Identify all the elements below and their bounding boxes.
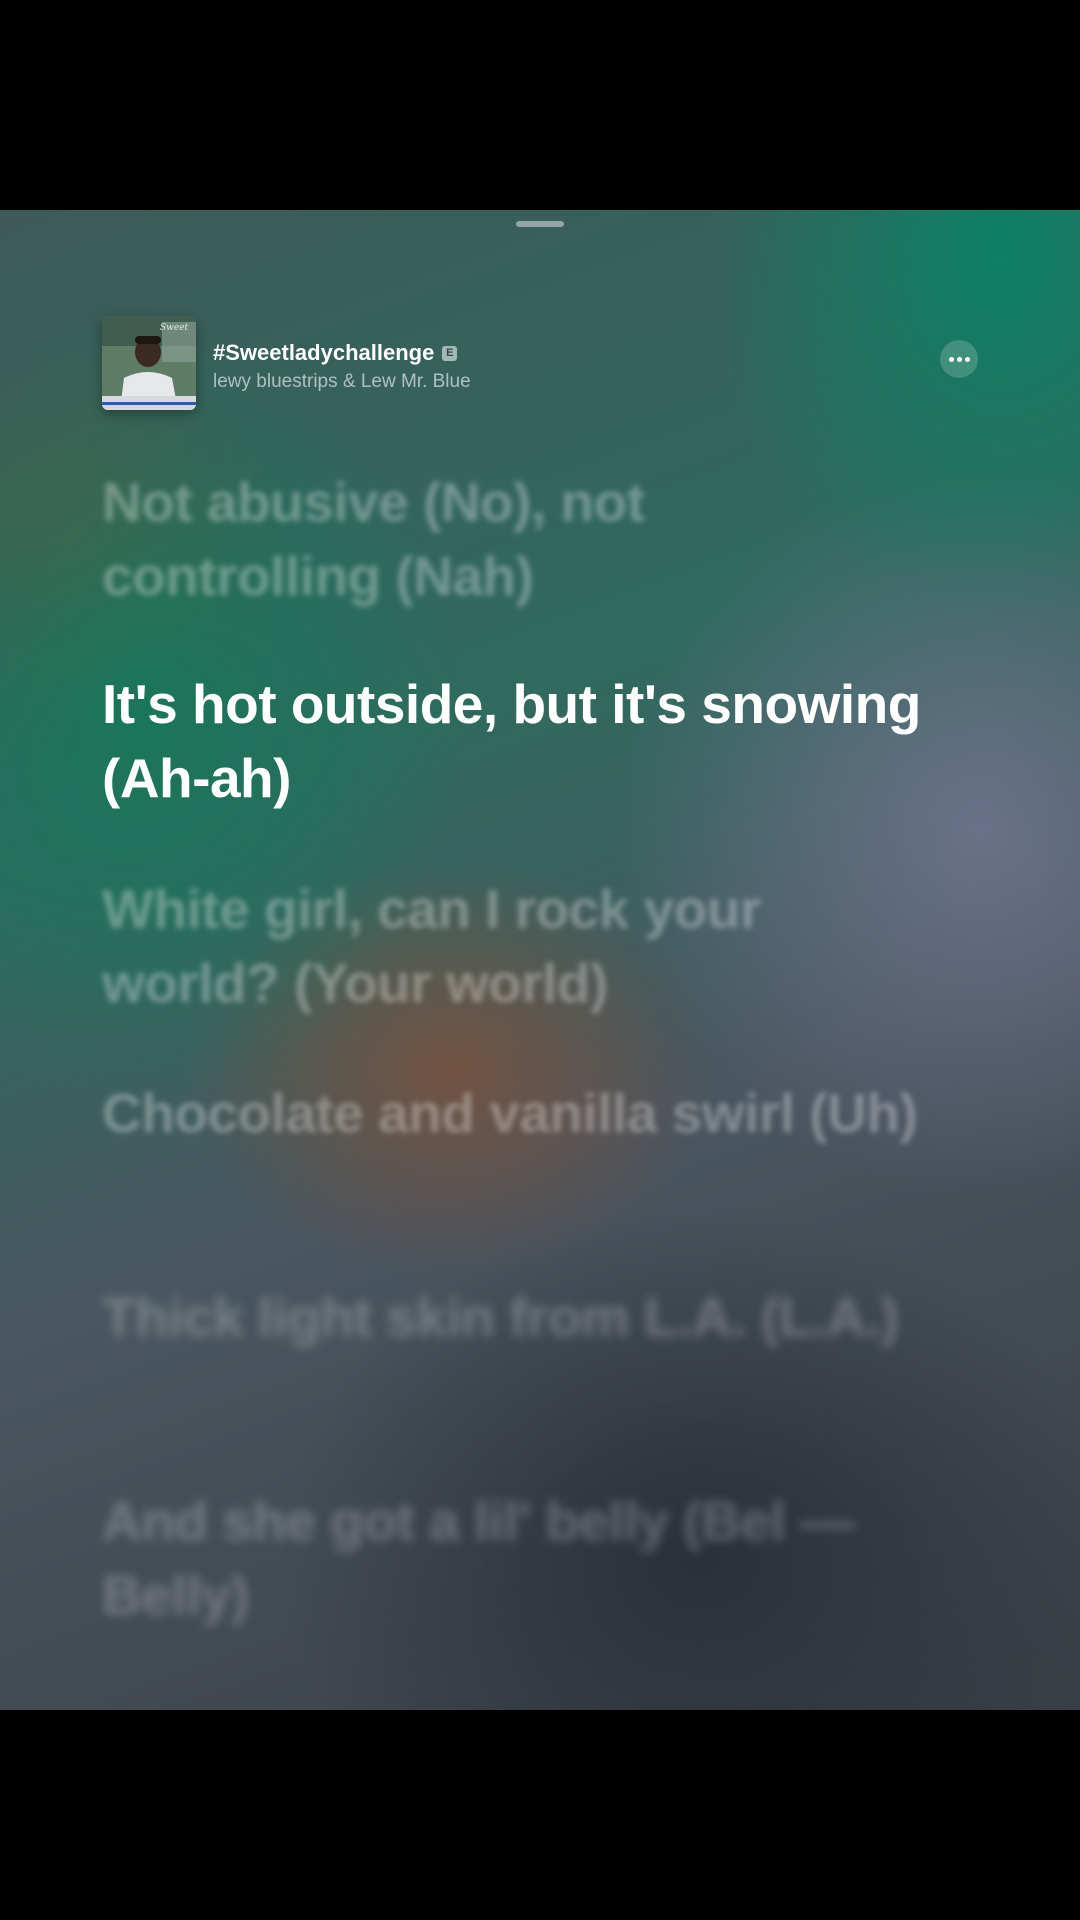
ellipsis-icon bbox=[948, 356, 954, 362]
lyric-line[interactable]: Chocolate and vanilla swirl (Uh) bbox=[102, 1076, 922, 1150]
song-title[interactable]: #Sweetladychallenge E bbox=[213, 340, 458, 366]
lyric-line-active[interactable]: It's hot outside, but it's snowing (Ah-a… bbox=[102, 667, 922, 815]
song-artist[interactable]: lewy bluestrips & Lew Mr. Blue bbox=[213, 371, 471, 393]
letterbox-bottom bbox=[0, 1710, 1080, 1920]
lyric-line[interactable]: Thick light skin from L.A. (L.A.) bbox=[102, 1280, 922, 1354]
ellipsis-icon-dot-3 bbox=[964, 356, 970, 362]
lyric-line[interactable]: White girl, can I rock your world? (Your… bbox=[102, 872, 922, 1020]
explicit-badge: E bbox=[442, 345, 458, 361]
screen: Sweet #Sweetladychallenge E lewy bluestr… bbox=[0, 0, 1080, 1920]
ellipsis-icon-dot-2 bbox=[956, 356, 962, 362]
now-playing-header: Sweet #Sweetladychallenge E lewy bluestr… bbox=[102, 316, 982, 412]
lyric-line[interactable]: And she got a lil' belly (Bel — Belly) bbox=[102, 1484, 922, 1632]
lyric-line[interactable]: Not abusive (No), not controlling (Nah) bbox=[102, 465, 922, 613]
lyrics-player: Sweet #Sweetladychallenge E lewy bluestr… bbox=[0, 210, 1080, 1710]
album-artwork[interactable]: Sweet bbox=[102, 316, 196, 410]
svg-text:Sweet: Sweet bbox=[160, 323, 189, 333]
sheet-grabber-handle[interactable] bbox=[516, 221, 564, 227]
album-artwork-image: Sweet bbox=[102, 316, 196, 410]
letterbox-top bbox=[0, 0, 1080, 210]
song-title-text: #Sweetladychallenge bbox=[213, 340, 435, 365]
more-options-button[interactable] bbox=[940, 340, 978, 378]
